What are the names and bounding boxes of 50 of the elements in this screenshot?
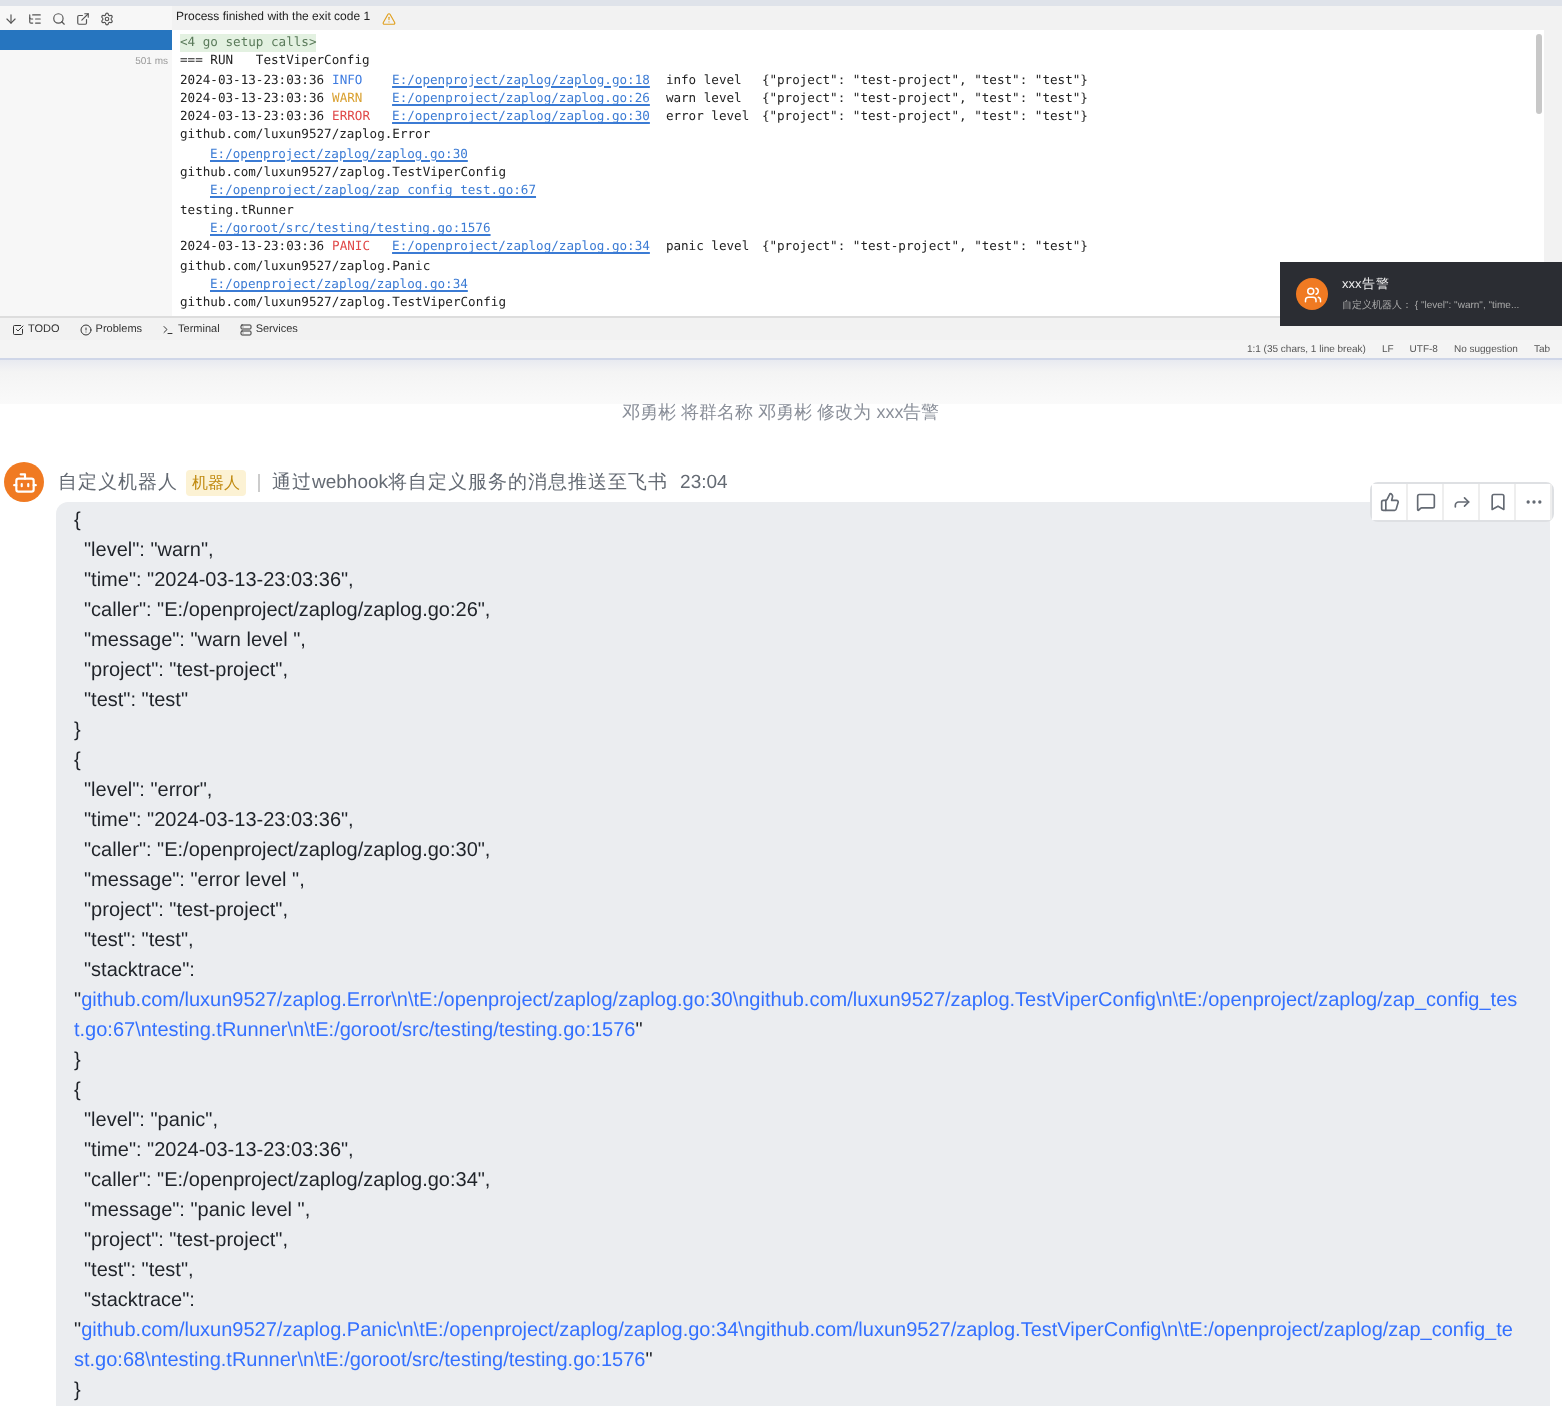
settings-icon[interactable] (100, 11, 114, 25)
json-field: "project": "test-project", (74, 896, 1526, 926)
search-icon[interactable] (52, 11, 66, 25)
json-brace: } (74, 1048, 83, 1076)
warning-icon (382, 11, 397, 25)
json-field: "level": "panic", (74, 1106, 1526, 1136)
sender-name[interactable]: 自定义机器人 (58, 469, 178, 495)
list-icon (12, 323, 24, 335)
json-field: "test": "test", (74, 1256, 1526, 1286)
json-field: "time": "2024-03-13-23:03:36", (74, 1136, 1526, 1166)
forward-icon (1451, 492, 1471, 512)
json-field: "project": "test-project", (74, 1226, 1526, 1256)
json-field: "project": "test-project", (74, 656, 1526, 686)
json-field: "caller": "E:/openproject/zaplog/zaplog.go:26", (74, 596, 1526, 626)
bookmark-icon (1487, 492, 1507, 512)
json-brace: { (74, 508, 83, 536)
like-button[interactable] (1372, 484, 1408, 520)
json-field: "message": "panic level ", (74, 1196, 1526, 1226)
bot-description: 通过webhook将自定义服务的消息推送至飞书 (272, 469, 669, 495)
json-brace: } (74, 1378, 83, 1406)
json-field: "test": "test" (74, 686, 1526, 716)
json-field: "caller": "E:/openproject/zaplog/zaplog.go:34", (74, 1166, 1526, 1196)
comment-icon (1415, 492, 1435, 512)
json-field: "time": "2024-03-13-23:03:36", (74, 566, 1526, 596)
json-field: "level": "warn", (74, 536, 1526, 566)
problems-icon (79, 323, 92, 335)
json-brace: } (74, 718, 83, 746)
message-time: 23:04 (680, 471, 728, 493)
export-icon[interactable] (76, 11, 90, 25)
json-field: "message": "error level ", (74, 866, 1526, 896)
tree-icon[interactable] (28, 11, 42, 25)
json-field: "caller": "E:/openproject/zaplog/zaplog.go:30", (74, 836, 1526, 866)
json-field: "time": "2024-03-13-23:03:36", (74, 806, 1526, 836)
scrollbar[interactable] (1536, 34, 1542, 114)
json-field: "test": "test", (74, 926, 1526, 956)
thumbs-up-icon (1379, 492, 1399, 512)
system-message: 邓勇彬 将群名称 邓勇彬 修改为 xxx告警 (622, 404, 940, 422)
json-field: "stacktrace": (74, 956, 1526, 986)
json-field: "level": "error", (74, 776, 1526, 806)
stacktrace-value: "github.com/luxun9527/zaplog.Error\n\tE:/openproject/zaplog/zaplog.go:30\ngithub.com/luxun9527/zaplog.TestViperConfig\n\tE:/openproject/zaplog/zap_config_test.go:67\ntesting.tRunner\n\tE:/goroot/src/testing/testing.go:1576" (74, 988, 1520, 1046)
bot-badge: 机器人 (186, 469, 246, 495)
json-field: "stacktrace": (74, 1286, 1526, 1316)
server-icon (239, 323, 252, 335)
arrow-down-icon[interactable] (4, 11, 18, 25)
stacktrace-value: "github.com/luxun9527/zaplog.Panic\n\tE:/openproject/zaplog/zaplog.go:34\ngithub.com/luxun9527/zaplog.TestViperConfig\n\tE:/openproject/zaplog/zap_config_test.go:68\ntesting.tRunner\n\tE:/goroot/src/testing/testing.go:1576" (74, 1318, 1515, 1376)
json-brace: { (74, 1078, 83, 1106)
json-brace: { (74, 748, 83, 776)
group-icon (1296, 278, 1328, 310)
json-field: "message": "warn level ", (74, 626, 1526, 656)
bot-avatar[interactable] (4, 462, 44, 502)
